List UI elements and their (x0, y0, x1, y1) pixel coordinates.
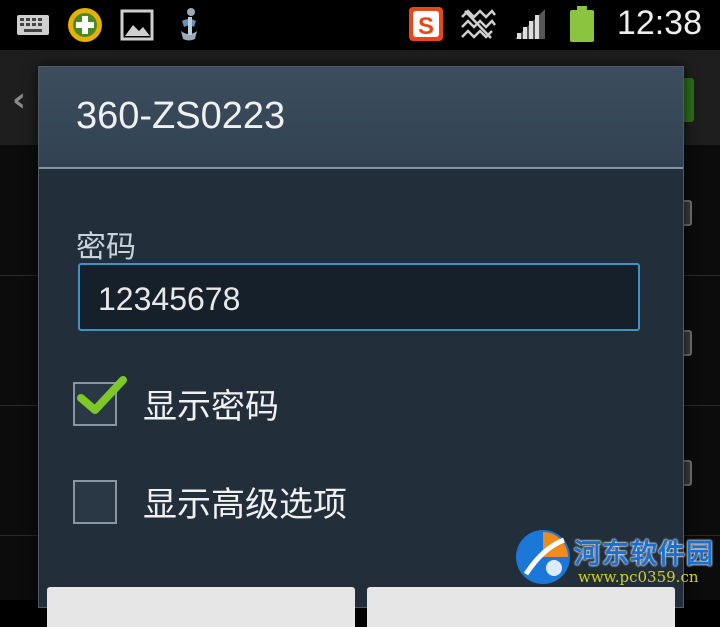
watermark: 河东软件园 www.pc0359.cn (514, 528, 720, 600)
wifi-off-icon (459, 5, 497, 43)
watermark-url: www.pc0359.cn (578, 568, 699, 586)
dialog-title: 360-ZS0223 (76, 95, 286, 137)
show-password-checkbox[interactable] (73, 375, 127, 426)
dialog-titlebar: 360-ZS0223 (39, 67, 683, 169)
back-arrow-icon: ‹ (12, 80, 27, 120)
cancel-button[interactable] (47, 587, 355, 627)
clock: 12:38 (616, 4, 702, 42)
password-input[interactable]: 12345678 (78, 263, 640, 331)
keyboard-icon (14, 6, 52, 44)
show-password-label: 显示密码 (143, 387, 279, 427)
show-advanced-label: 显示高级选项 (143, 485, 347, 525)
status-bar: S 12:38 (0, 0, 720, 50)
svg-text:S: S (418, 13, 434, 40)
show-password-option[interactable]: 显示密码 (73, 375, 279, 428)
battery-icon (563, 5, 601, 43)
show-advanced-option[interactable]: 显示高级选项 (73, 477, 347, 526)
checkmark-icon (77, 375, 127, 414)
sync-icon (170, 6, 208, 44)
watermark-logo-icon (516, 530, 570, 584)
sogou-input-icon: S (407, 5, 445, 43)
gallery-icon (118, 6, 156, 44)
show-advanced-checkbox[interactable] (73, 479, 117, 524)
password-label: 密码 (76, 230, 136, 265)
watermark-name: 河东软件园 (574, 539, 714, 570)
wifi-connect-dialog: 360-ZS0223 密码 12345678 显示密码 显示高级选项 (38, 66, 684, 627)
app-plus-icon (66, 6, 104, 44)
signal-icon (511, 5, 549, 43)
